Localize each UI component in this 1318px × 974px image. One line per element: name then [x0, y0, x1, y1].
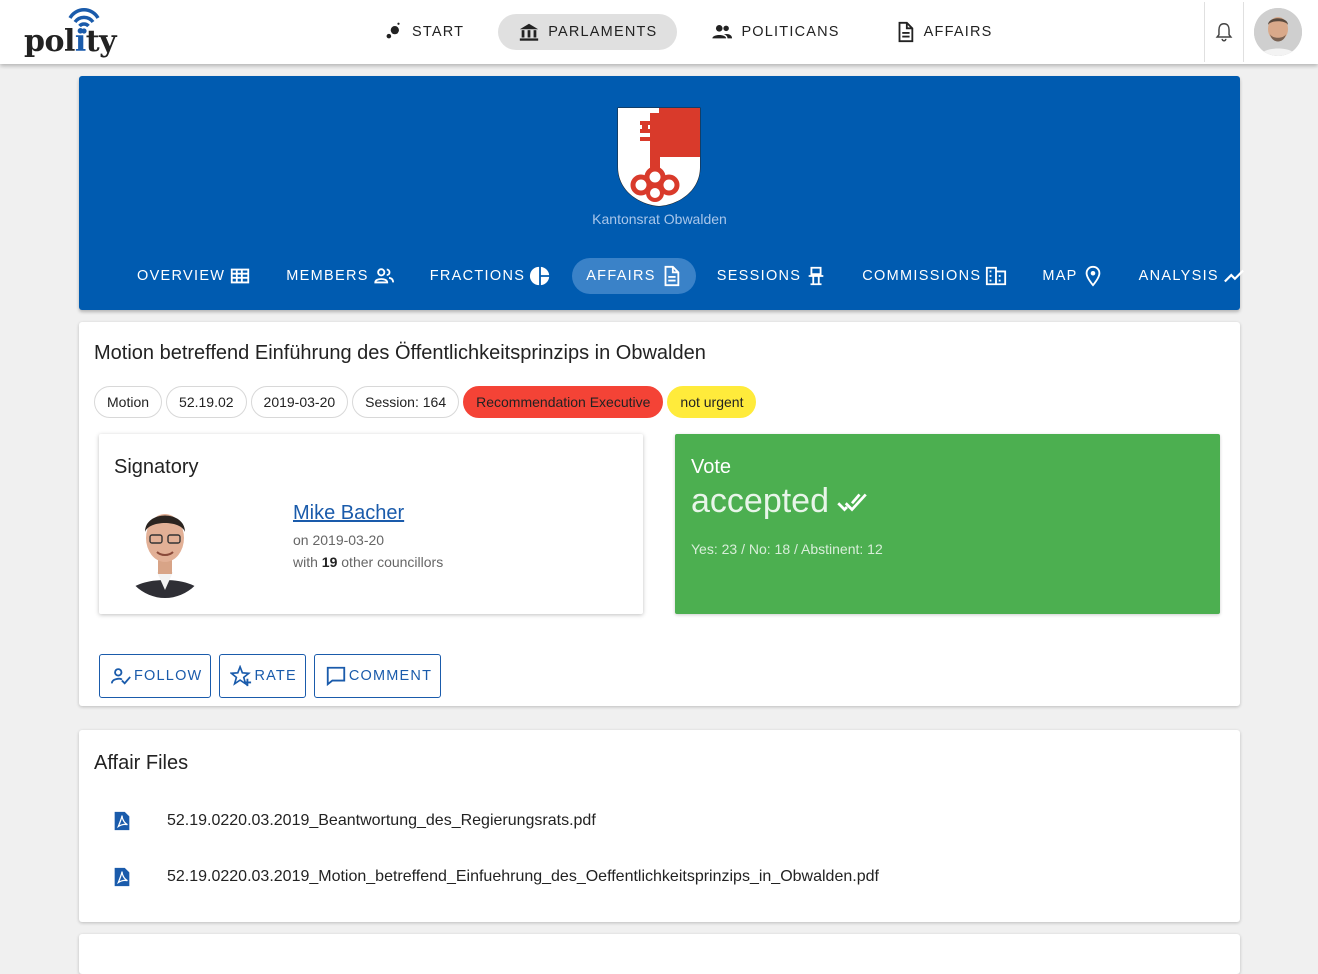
affair-files-card: Affair Files 52.19.0220.03.2019_Beantwor…: [79, 730, 1240, 922]
comment-icon: [326, 666, 346, 687]
grid-icon: [231, 268, 250, 284]
nav-affairs-label: AFFAIRS: [923, 24, 993, 40]
nav-politicans[interactable]: POLITICANS: [691, 14, 859, 50]
comment-button-label: COMMENT: [348, 668, 433, 684]
signatory-name-link[interactable]: Mike Bacher: [293, 502, 404, 525]
chip-type: Motion: [94, 386, 163, 418]
vote-result-label: accepted: [691, 482, 829, 520]
tab-map[interactable]: MAP: [1028, 258, 1117, 294]
tab-affairs-label: AFFAIRS: [586, 268, 656, 284]
main-nav: START PARLAMENTS POLITICANS AFFAIRS: [362, 14, 1027, 50]
double-check-icon: [837, 493, 867, 511]
nav-parlaments-label: PARLAMENTS: [548, 24, 658, 40]
parliament-name: Kantonsrat Obwalden: [592, 211, 727, 227]
vote-result: accepted: [691, 482, 867, 521]
next-section-card: [79, 934, 1240, 974]
document-icon: [898, 21, 913, 43]
notifications-button[interactable]: [1204, 2, 1244, 62]
vote-card: Vote accepted Yes: 23 / No: 18 / Abstine…: [675, 434, 1220, 614]
tab-commissions-label: COMMISSIONS: [862, 268, 982, 284]
follow-button-label: FOLLOW: [134, 668, 203, 684]
files-heading: Affair Files: [94, 752, 189, 774]
comment-button[interactable]: COMMENT: [313, 654, 442, 698]
building-icon: [986, 266, 1007, 286]
affair-chips: Motion 52.19.02 2019-03-20 Session: 164 …: [94, 386, 760, 418]
affair-card: Motion betreffend Einführung des Öffentl…: [79, 322, 1240, 706]
file-item[interactable]: 52.19.0220.03.2019_Motion_betreffend_Ein…: [111, 866, 879, 888]
rate-button-label: RATE: [254, 668, 297, 684]
tab-affairs[interactable]: AFFAIRS: [572, 258, 696, 294]
vote-stats: Yes: 23 / No: 18 / Abstinent: 12: [691, 541, 883, 557]
chip-date: 2019-03-20: [250, 386, 349, 418]
follow-icon: [110, 668, 131, 685]
signatory-card: Signatory Mike Bacher on 2019-03-20 with…: [99, 434, 643, 614]
seat-icon: [808, 266, 824, 286]
file-item[interactable]: 52.19.0220.03.2019_Beantwortung_des_Regi…: [111, 810, 596, 832]
cosigners-suffix: other councillors: [341, 554, 444, 570]
bell-icon: [1215, 23, 1233, 42]
tab-fractions[interactable]: FRACTIONS: [416, 258, 565, 294]
app-bar: polity START PARLAMENTS POLITICANS AFFAI…: [0, 0, 1318, 64]
tab-overview[interactable]: OVERVIEW: [123, 258, 265, 294]
user-avatar-image: [1254, 8, 1302, 56]
nav-affairs[interactable]: AFFAIRS: [874, 14, 1013, 50]
pdf-icon: [114, 811, 130, 831]
tab-members[interactable]: MEMBERS: [272, 258, 408, 294]
cosigners-count: 19: [321, 554, 338, 570]
document-icon: [664, 265, 679, 287]
pdf-icon: [114, 867, 130, 887]
signatory-heading: Signatory: [114, 456, 199, 478]
file-name: 52.19.0220.03.2019_Beantwortung_des_Regi…: [167, 812, 596, 829]
nav-parlaments[interactable]: PARLAMENTS: [498, 14, 678, 50]
trend-icon: [1223, 269, 1244, 283]
signatory-cosigners: with 19 other councillors: [293, 554, 443, 570]
start-icon: [386, 22, 400, 39]
parliament-header: Kantonsrat Obwalden OVERVIEW MEMBERS FRA…: [79, 76, 1244, 310]
polity-logo[interactable]: polity: [24, 6, 124, 60]
logo-wordmark: polity: [24, 24, 117, 59]
tab-sessions[interactable]: SESSIONS: [703, 258, 842, 294]
nav-politicans-label: POLITICANS: [741, 24, 840, 40]
chip-recommendation: Recommendation Executive: [463, 386, 664, 418]
pie-icon: [530, 266, 550, 286]
nav-start[interactable]: START: [362, 14, 484, 50]
tab-analysis-label: ANALYSIS: [1138, 268, 1219, 284]
star-plus-icon: [230, 665, 252, 687]
chip-urgency: not urgent: [667, 386, 757, 418]
follow-button[interactable]: FOLLOW: [99, 654, 212, 698]
tab-overview-label: OVERVIEW: [137, 268, 226, 284]
tab-map-label: MAP: [1042, 268, 1078, 284]
coat-of-arms-icon: [617, 107, 701, 207]
affair-title: Motion betreffend Einführung des Öffentl…: [94, 342, 706, 364]
parliament-icon: [520, 23, 539, 41]
vote-heading: Vote: [691, 456, 732, 478]
parliament-tabs: OVERVIEW MEMBERS FRACTIONS AFFAIRS SESSI…: [123, 258, 1266, 294]
people-icon: [712, 25, 733, 39]
map-pin-icon: [1085, 265, 1100, 287]
members-icon: [374, 268, 394, 284]
tab-analysis[interactable]: ANALYSIS: [1125, 258, 1259, 294]
user-avatar[interactable]: [1254, 8, 1302, 56]
tab-sessions-label: SESSIONS: [716, 268, 802, 284]
rate-button[interactable]: RATE: [219, 654, 306, 698]
tab-members-label: MEMBERS: [286, 268, 369, 284]
chip-number: 52.19.02: [166, 386, 247, 418]
signatory-photo: [123, 498, 207, 598]
affair-actions: FOLLOW RATE COMMENT: [99, 654, 449, 698]
cosigners-prefix: with: [293, 554, 318, 570]
tab-fractions-label: FRACTIONS: [429, 268, 526, 284]
tab-commissions[interactable]: COMMISSIONS: [848, 258, 1021, 294]
signatory-portrait: [123, 498, 207, 598]
nav-start-label: START: [412, 24, 465, 40]
file-name: 52.19.0220.03.2019_Motion_betreffend_Ein…: [167, 868, 879, 885]
chip-session: Session: 164: [352, 386, 460, 418]
signatory-date: on 2019-03-20: [293, 532, 385, 548]
